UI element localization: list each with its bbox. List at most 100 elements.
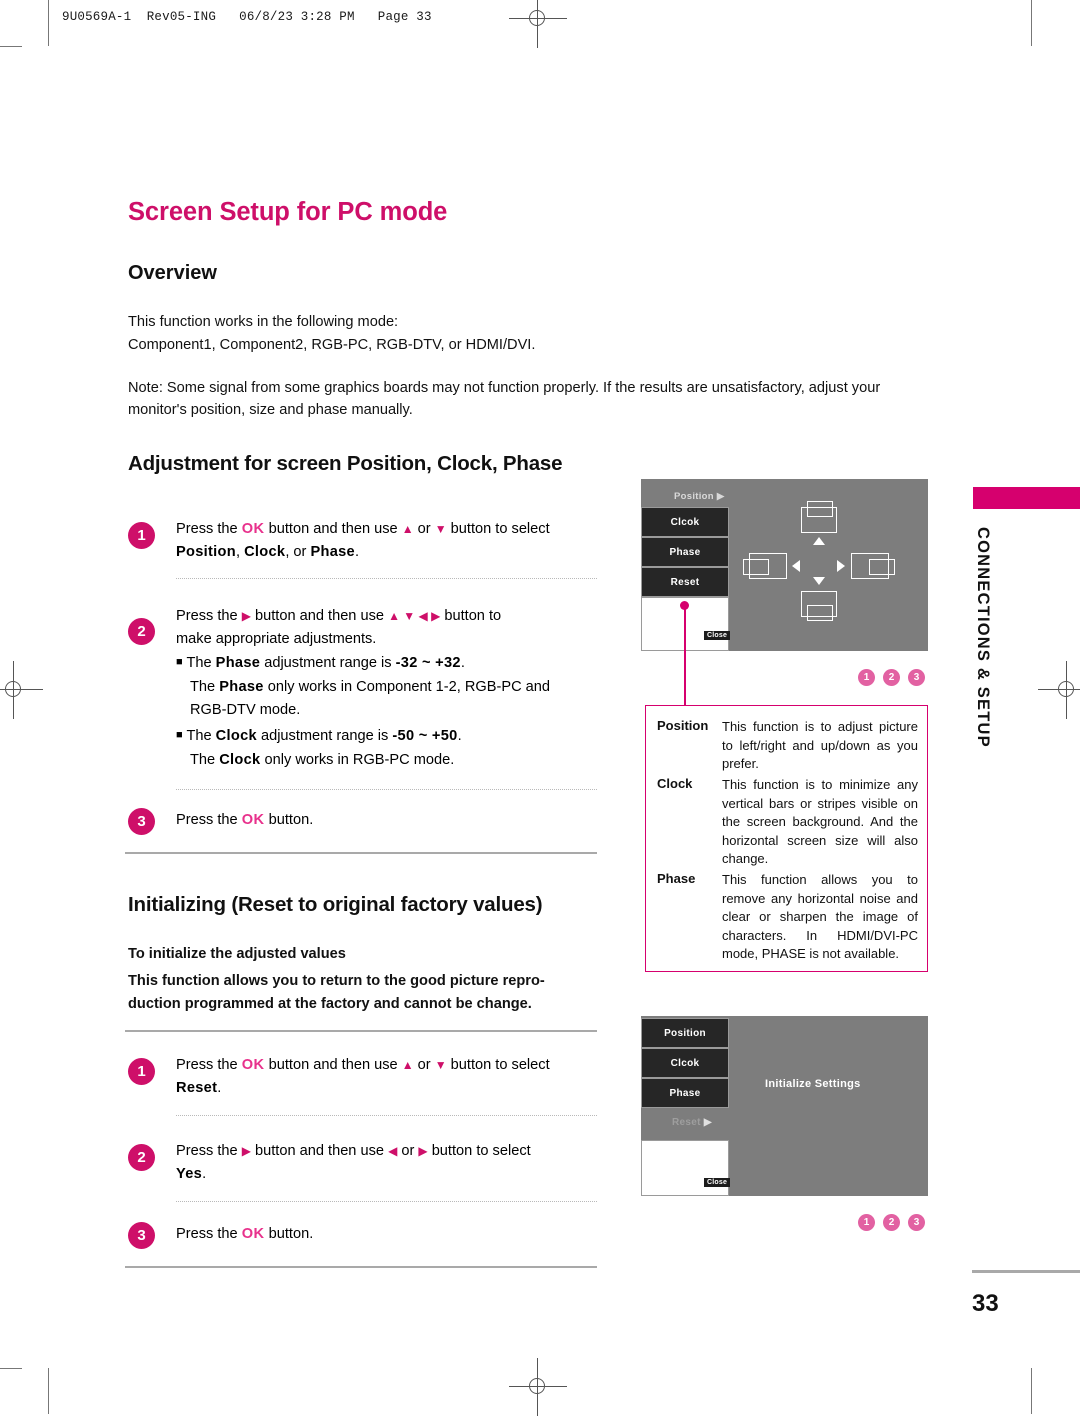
term-clock: Clock xyxy=(215,728,257,744)
position-icon-up-inner xyxy=(807,501,833,517)
step-2-bullet-2: ■ The Clock adjustment range is -50 ~ +5… xyxy=(176,728,462,744)
step-2-line2: make appropriate adjustments. xyxy=(176,631,377,647)
osd2-item-phase[interactable]: Phase xyxy=(641,1078,729,1108)
osd-screenshot-reset: Position Clcok Phase Reset ▶ Close Initi… xyxy=(641,1016,928,1196)
ok-label: OK xyxy=(241,1057,265,1073)
step-2-line1: Press the ▶ button and then use ▲ ▼ ◀ ▶ … xyxy=(176,608,502,624)
osd2-item-position[interactable]: Position xyxy=(641,1018,729,1048)
step-1-text: Press the OK button and then use ▲ or ▼ … xyxy=(176,521,550,560)
init-step-badge-1: 1 xyxy=(128,1058,155,1085)
init-step-divider-1 xyxy=(176,1115,597,1116)
osd-step-marker-3: 3 xyxy=(908,669,925,686)
ok-label: OK xyxy=(241,521,265,537)
right-arrow-icon: ▶ xyxy=(241,609,251,623)
menu-name-yes: Yes xyxy=(176,1166,203,1182)
ok-label: OK xyxy=(241,1226,265,1242)
crop-line-bottom-left xyxy=(0,1368,22,1369)
menu-name-position: Position xyxy=(176,544,236,560)
menu-name-clock: Clock xyxy=(244,544,286,560)
bullet-icon: ■ xyxy=(176,656,183,668)
init-step-1-text: Press the OK button and then use ▲ or ▼ … xyxy=(176,1057,550,1096)
desc-term-clock: Clock xyxy=(657,776,693,791)
osd-step-marker-2: 2 xyxy=(883,669,900,686)
osd2-close-button[interactable]: Close xyxy=(704,1178,731,1187)
up-arrow-icon: ▲ xyxy=(401,522,414,536)
step-divider-1 xyxy=(176,578,597,579)
crop-line-left xyxy=(48,0,49,46)
section-divider-top xyxy=(125,852,597,854)
step-2-text: Press the ▶ button and then use ▲ ▼ ◀ ▶ … xyxy=(176,605,606,651)
right-arrow-icon: ▶ xyxy=(241,1144,251,1158)
crop-line-right xyxy=(1031,0,1032,46)
side-tab-label: CONNECTIONS & SETUP xyxy=(974,527,992,748)
init-step-3-text: Press the OK button. xyxy=(176,1226,314,1242)
clock-range: -50 ~ +50 xyxy=(392,728,458,744)
desc-text-position: This function is to adjust picture to le… xyxy=(722,719,918,772)
down-arrow-icon: ▼ xyxy=(434,522,447,536)
step-badge-3: 3 xyxy=(128,808,155,835)
osd-item-phase[interactable]: Phase xyxy=(641,537,729,567)
ok-label: OK xyxy=(241,812,265,828)
phase-range: -32 ~ +32 xyxy=(395,655,461,671)
initializing-subheading: To initialize the adjusted values xyxy=(128,946,346,962)
section-divider-bottom xyxy=(125,1266,597,1268)
up-arrow-icon xyxy=(813,537,825,545)
bullet-icon: ■ xyxy=(176,729,183,741)
step-2-bullet-1-sub: The Phase only works in Component 1-2, R… xyxy=(190,679,551,718)
registration-mark-bottom-center xyxy=(509,1358,567,1416)
menu-name-phase: Phase xyxy=(310,544,355,560)
osd-step-marker-1: 1 xyxy=(858,669,875,686)
registration-mark-top-center xyxy=(509,0,567,48)
desc-text-clock: This function is to minimize any vertica… xyxy=(722,777,918,867)
callout-line-vertical xyxy=(684,605,686,705)
overview-mode-list: Component1, Component2, RGB-PC, RGB-DTV,… xyxy=(128,337,536,353)
position-icon-right-inner xyxy=(869,559,895,575)
direction-arrows-icon: ▲ ▼ ◀ ▶ xyxy=(388,609,441,623)
step-2-bullet-1: ■ The Phase adjustment range is -32 ~ +3… xyxy=(176,655,465,671)
down-arrow-icon: ▼ xyxy=(434,1058,447,1072)
init-step-badge-3: 3 xyxy=(128,1222,155,1249)
osd-item-reset[interactable]: Reset xyxy=(641,567,729,597)
right-arrow-icon: ▶ xyxy=(703,1117,712,1128)
document-header-stamp: 9U0569A-1 Rev05-ING 06/8/23 3:28 PM Page… xyxy=(62,10,432,24)
manual-page: 9U0569A-1 Rev05-ING 06/8/23 3:28 PM Page… xyxy=(0,0,1080,1416)
step-1-line1: Press the OK button and then use ▲ or ▼ … xyxy=(176,521,550,537)
osd-item-clcok[interactable]: Clcok xyxy=(641,507,729,537)
crop-line-top-left xyxy=(0,46,22,47)
page-title: Screen Setup for PC mode xyxy=(128,198,448,226)
osd2-step-marker-2: 2 xyxy=(883,1214,900,1231)
osd2-step-marker-3: 3 xyxy=(908,1214,925,1231)
osd2-item-reset[interactable]: Reset ▶ xyxy=(672,1117,712,1128)
osd2-preview-pane xyxy=(641,1140,729,1196)
step-3-text: Press the OK button. xyxy=(176,812,314,828)
init-step-divider-2 xyxy=(176,1201,597,1202)
osd-close-button[interactable]: Close xyxy=(704,631,731,640)
init-step-2-text: Press the ▶ button and then use ◀ or ▶ b… xyxy=(176,1143,531,1182)
page-number: 33 xyxy=(972,1290,999,1317)
crop-line-right-bottom xyxy=(1031,1368,1032,1414)
adjustment-heading: Adjustment for screen Position, Clock, P… xyxy=(128,452,563,475)
osd2-item-clcok[interactable]: Clcok xyxy=(641,1048,729,1078)
left-arrow-icon: ◀ xyxy=(388,1144,398,1158)
initializing-heading: Initializing (Reset to original factory … xyxy=(128,893,543,916)
section-divider-mid xyxy=(125,1030,597,1032)
term-phase-sub: Phase xyxy=(219,679,264,695)
position-icon-down-inner xyxy=(807,605,833,621)
registration-mark-right xyxy=(1038,661,1080,719)
step-2-bullet-2-sub: The Clock only works in RGB-PC mode. xyxy=(190,752,455,768)
right-arrow-icon xyxy=(837,560,845,572)
right-arrow-icon: ▶ xyxy=(716,491,725,502)
overview-heading: Overview xyxy=(128,262,217,284)
step-badge-1: 1 xyxy=(128,522,155,549)
position-icon-left-inner xyxy=(743,559,769,575)
desc-text-phase: This function allows you to remove any h… xyxy=(722,872,918,962)
desc-term-position: Position xyxy=(657,718,709,733)
step-divider-2 xyxy=(176,789,597,790)
overview-note: Note: Some signal from some graphics boa… xyxy=(128,380,881,418)
osd-header-position: Position ▶ xyxy=(674,491,725,502)
footer-rule xyxy=(972,1270,1080,1273)
up-arrow-icon: ▲ xyxy=(401,1058,414,1072)
crop-line-left-bottom xyxy=(48,1368,49,1414)
osd2-initialize-settings-label: Initialize Settings xyxy=(765,1078,861,1090)
osd2-step-marker-1: 1 xyxy=(858,1214,875,1231)
